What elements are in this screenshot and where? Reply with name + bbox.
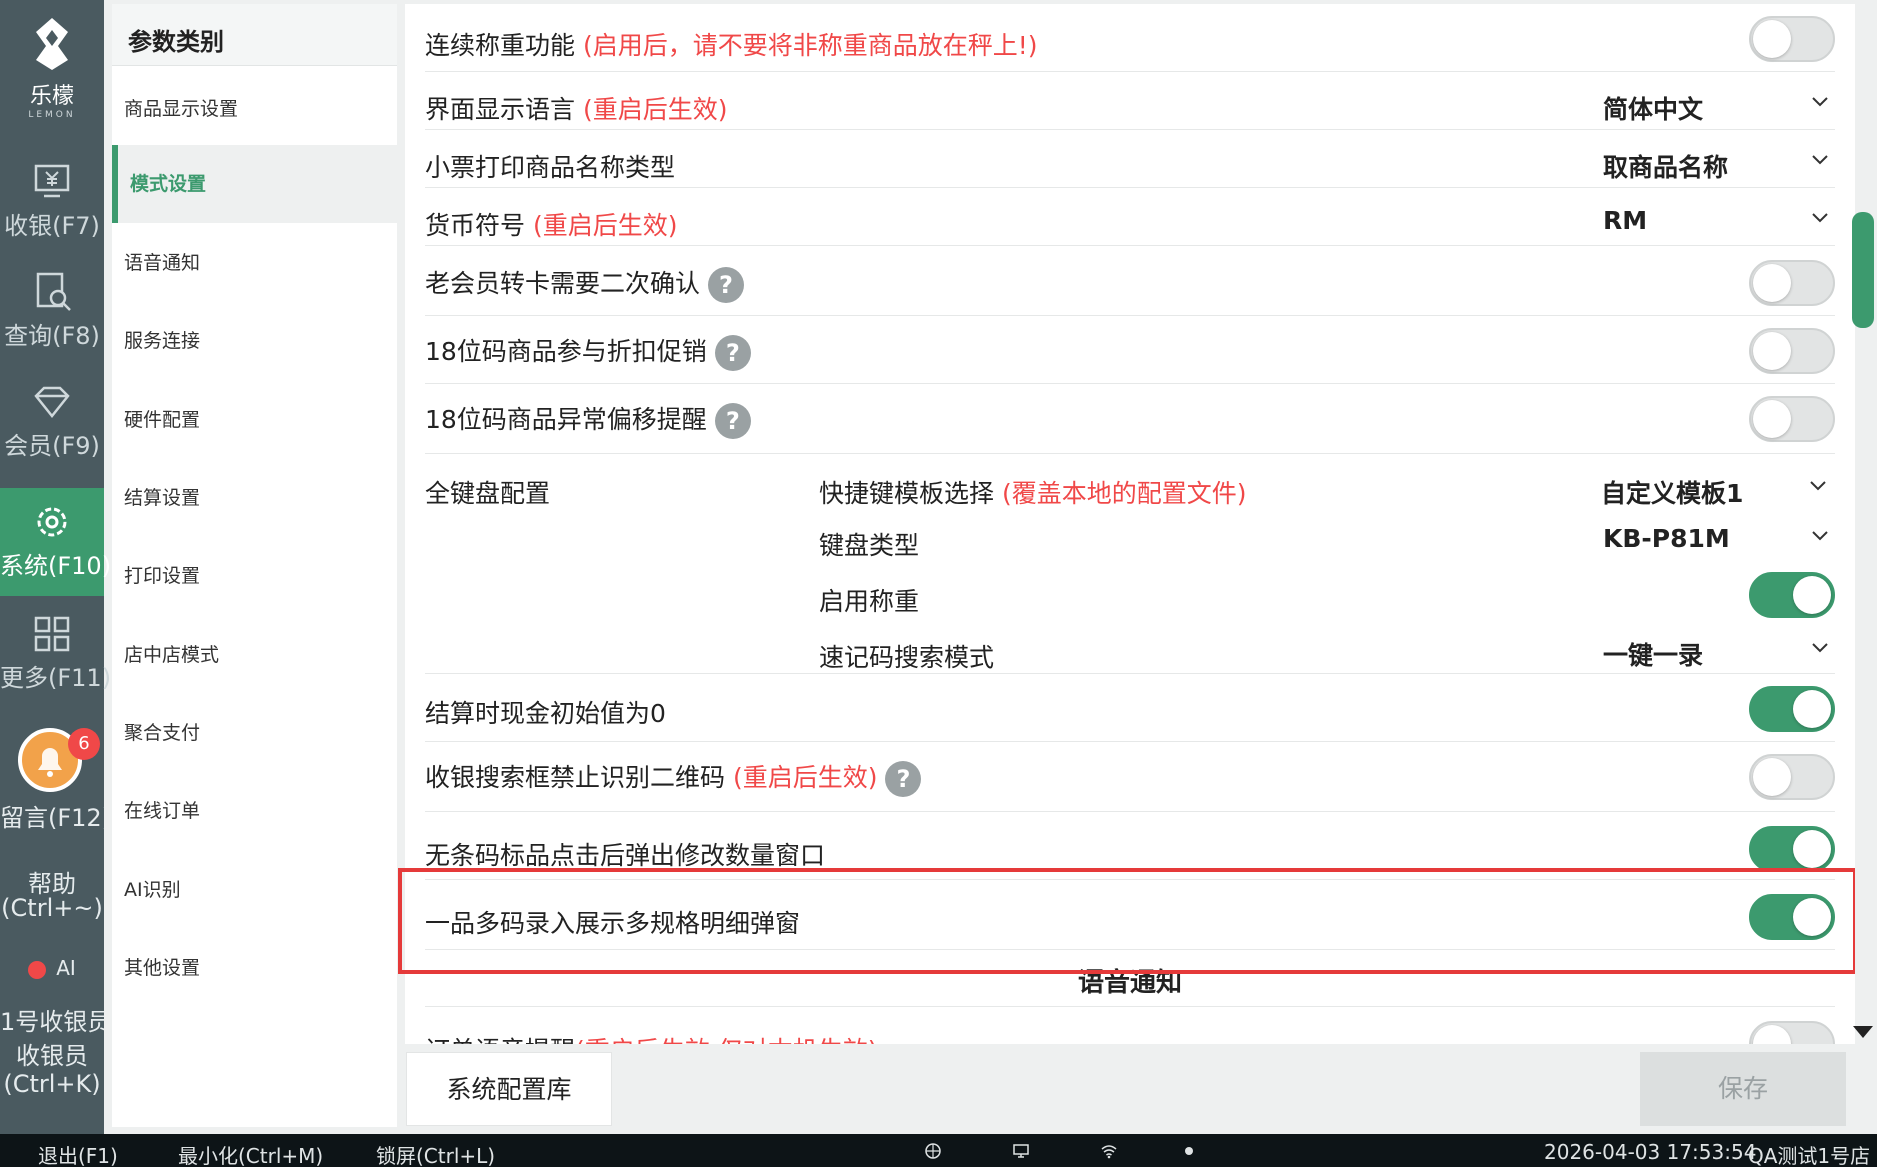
category-item[interactable]: 打印设置	[112, 537, 397, 615]
member-icon	[34, 386, 70, 419]
lock-screen-button[interactable]: 锁屏(Ctrl+L)	[376, 1140, 495, 1167]
no-barcode-toggle[interactable]	[1749, 826, 1835, 872]
nav-member[interactable]: 会员(F9)	[0, 368, 104, 476]
datetime-text: 2026-04-03 17:53:54	[1544, 1140, 1757, 1164]
enable-weigh-toggle[interactable]	[1749, 572, 1835, 618]
nav-message[interactable]: 留言(F12)	[0, 798, 104, 833]
cashier-icon	[34, 164, 70, 198]
grid-icon	[34, 616, 70, 652]
setting-row-receipt-name: 小票打印商品名称类型 取商品名称	[425, 130, 1835, 188]
help-icon[interactable]: ?	[885, 761, 922, 797]
help-icon[interactable]: ?	[714, 335, 751, 371]
disable-qr-toggle[interactable]	[1749, 754, 1835, 800]
setting-row-currency: 货币符号 (重启后生效) RM	[425, 188, 1835, 246]
scroll-down-arrow-icon[interactable]	[1853, 1026, 1873, 1038]
nav-query[interactable]: 查询(F8)	[0, 258, 104, 366]
category-item[interactable]: 结算设置	[112, 459, 397, 537]
setting-row-ui-language: 界面显示语言 (重启后生效) 简体中文	[425, 72, 1835, 130]
chevron-down-icon	[1812, 155, 1828, 165]
category-item[interactable]: 在线订单	[112, 772, 397, 850]
category-panel: 参数类别 商品显示设置 模式设置 语音通知 服务连接 硬件配置 结算设置 打印设…	[112, 4, 397, 1127]
currency-select[interactable]: RM	[1603, 206, 1835, 235]
quick-code-search-select[interactable]: 一键一录	[1603, 636, 1835, 672]
cash-initial-toggle[interactable]	[1749, 686, 1835, 732]
category-item[interactable]: 店中店模式	[112, 616, 397, 694]
category-item[interactable]: 硬件配置	[112, 381, 397, 459]
user-name[interactable]: 1号收银员	[0, 1002, 104, 1037]
query-icon	[36, 272, 71, 311]
help-icon[interactable]: ?	[708, 267, 745, 303]
setting-row-disable-qr: 收银搜索框禁止识别二维码 (重启后生效)?	[425, 742, 1835, 812]
category-item[interactable]: 服务连接	[112, 302, 397, 380]
ui-language-select[interactable]: 简体中文	[1603, 90, 1835, 126]
highlight-box	[398, 868, 1857, 974]
nav-more[interactable]: 更多(F11)	[0, 600, 111, 708]
category-item[interactable]: AI识别	[112, 851, 397, 929]
category-item-active[interactable]: 模式设置	[112, 145, 397, 223]
scrollbar-thumb[interactable]	[1852, 212, 1874, 328]
wifi-icon	[1101, 1145, 1117, 1159]
gear-icon	[37, 507, 67, 537]
setting-row-order-voice: 订单语音提醒(重启后生效,仅对本机生效)	[425, 1006, 1835, 1044]
setting-row-cash-initial: 结算时现金初始值为0	[425, 674, 1835, 742]
chevron-down-icon	[1812, 531, 1828, 541]
setting-row-old-member: 老会员转卡需要二次确认?	[425, 246, 1835, 316]
setting-row-full-keyboard: 全键盘配置 快捷键模板选择 (覆盖本地的配置文件) 自定义模板1 键盘类型 KB…	[425, 454, 1835, 674]
category-header: 参数类别	[112, 4, 397, 66]
store-name-text: QA测试1号店	[1748, 1144, 1871, 1167]
minimize-button[interactable]: 最小化(Ctrl+M)	[178, 1140, 323, 1167]
old-member-toggle[interactable]	[1749, 260, 1835, 306]
user-role: 收银员	[16, 1042, 88, 1070]
chevron-down-icon	[1812, 97, 1828, 107]
code18-offset-toggle[interactable]	[1749, 396, 1835, 442]
brand-logo: 乐檬 LEMON	[0, 10, 104, 120]
help-icon[interactable]: ?	[714, 403, 751, 439]
system-config-library-button[interactable]: 系统配置库	[406, 1052, 612, 1126]
setting-row-continuous-weigh: 连续称重功能 (启用后，请不要将非称重商品放在秤上!)	[425, 4, 1835, 72]
status-dot-icon	[1185, 1147, 1193, 1155]
category-item[interactable]: 语音通知	[112, 224, 397, 302]
nav-cashier[interactable]: 收银(F7)	[0, 148, 104, 256]
setting-row-code18-discount: 18位码商品参与折扣促销?	[425, 316, 1835, 384]
globe-icon	[925, 1143, 941, 1159]
nav-rail: 乐檬 LEMON 收银(F7) 查询(F8) 会员(F9) 系统(F10) 更多…	[0, 0, 111, 1134]
chevron-down-icon	[1810, 481, 1826, 491]
continuous-weigh-toggle[interactable]	[1749, 16, 1835, 62]
monitor-icon	[1013, 1144, 1029, 1158]
save-button[interactable]: 保存	[1640, 1052, 1846, 1126]
ai-toggle[interactable]: AI	[0, 956, 104, 980]
code18-discount-toggle[interactable]	[1749, 328, 1835, 374]
category-item[interactable]: 其他设置	[112, 929, 397, 1007]
help-shortcut[interactable]: (Ctrl+~)	[0, 894, 104, 922]
receipt-name-select[interactable]: 取商品名称	[1603, 148, 1835, 184]
message-count-badge: 6	[68, 728, 100, 760]
order-voice-toggle[interactable]	[1749, 1021, 1835, 1044]
lemon-logo-icon	[36, 18, 68, 70]
chevron-down-icon	[1812, 213, 1828, 223]
nav-system[interactable]: 系统(F10)	[0, 488, 111, 596]
keyboard-type-select[interactable]: KB-P81M	[1603, 524, 1835, 553]
scrollbar-track[interactable]	[1855, 4, 1877, 1044]
keyboard-template-select[interactable]: 自定义模板1	[1601, 474, 1833, 510]
exit-button[interactable]: 退出(F1)	[38, 1140, 118, 1167]
chevron-down-icon	[1812, 643, 1828, 653]
category-item[interactable]: 聚合支付	[112, 694, 397, 772]
ai-status-dot	[28, 960, 47, 979]
category-item[interactable]: 商品显示设置	[112, 70, 397, 148]
status-bar: 退出(F1) 最小化(Ctrl+M) 锁屏(Ctrl+L) 2026-04-03…	[0, 1134, 1877, 1167]
user-shortcut: (Ctrl+K)	[3, 1070, 101, 1098]
setting-row-code18-offset: 18位码商品异常偏移提醒?	[425, 384, 1835, 454]
